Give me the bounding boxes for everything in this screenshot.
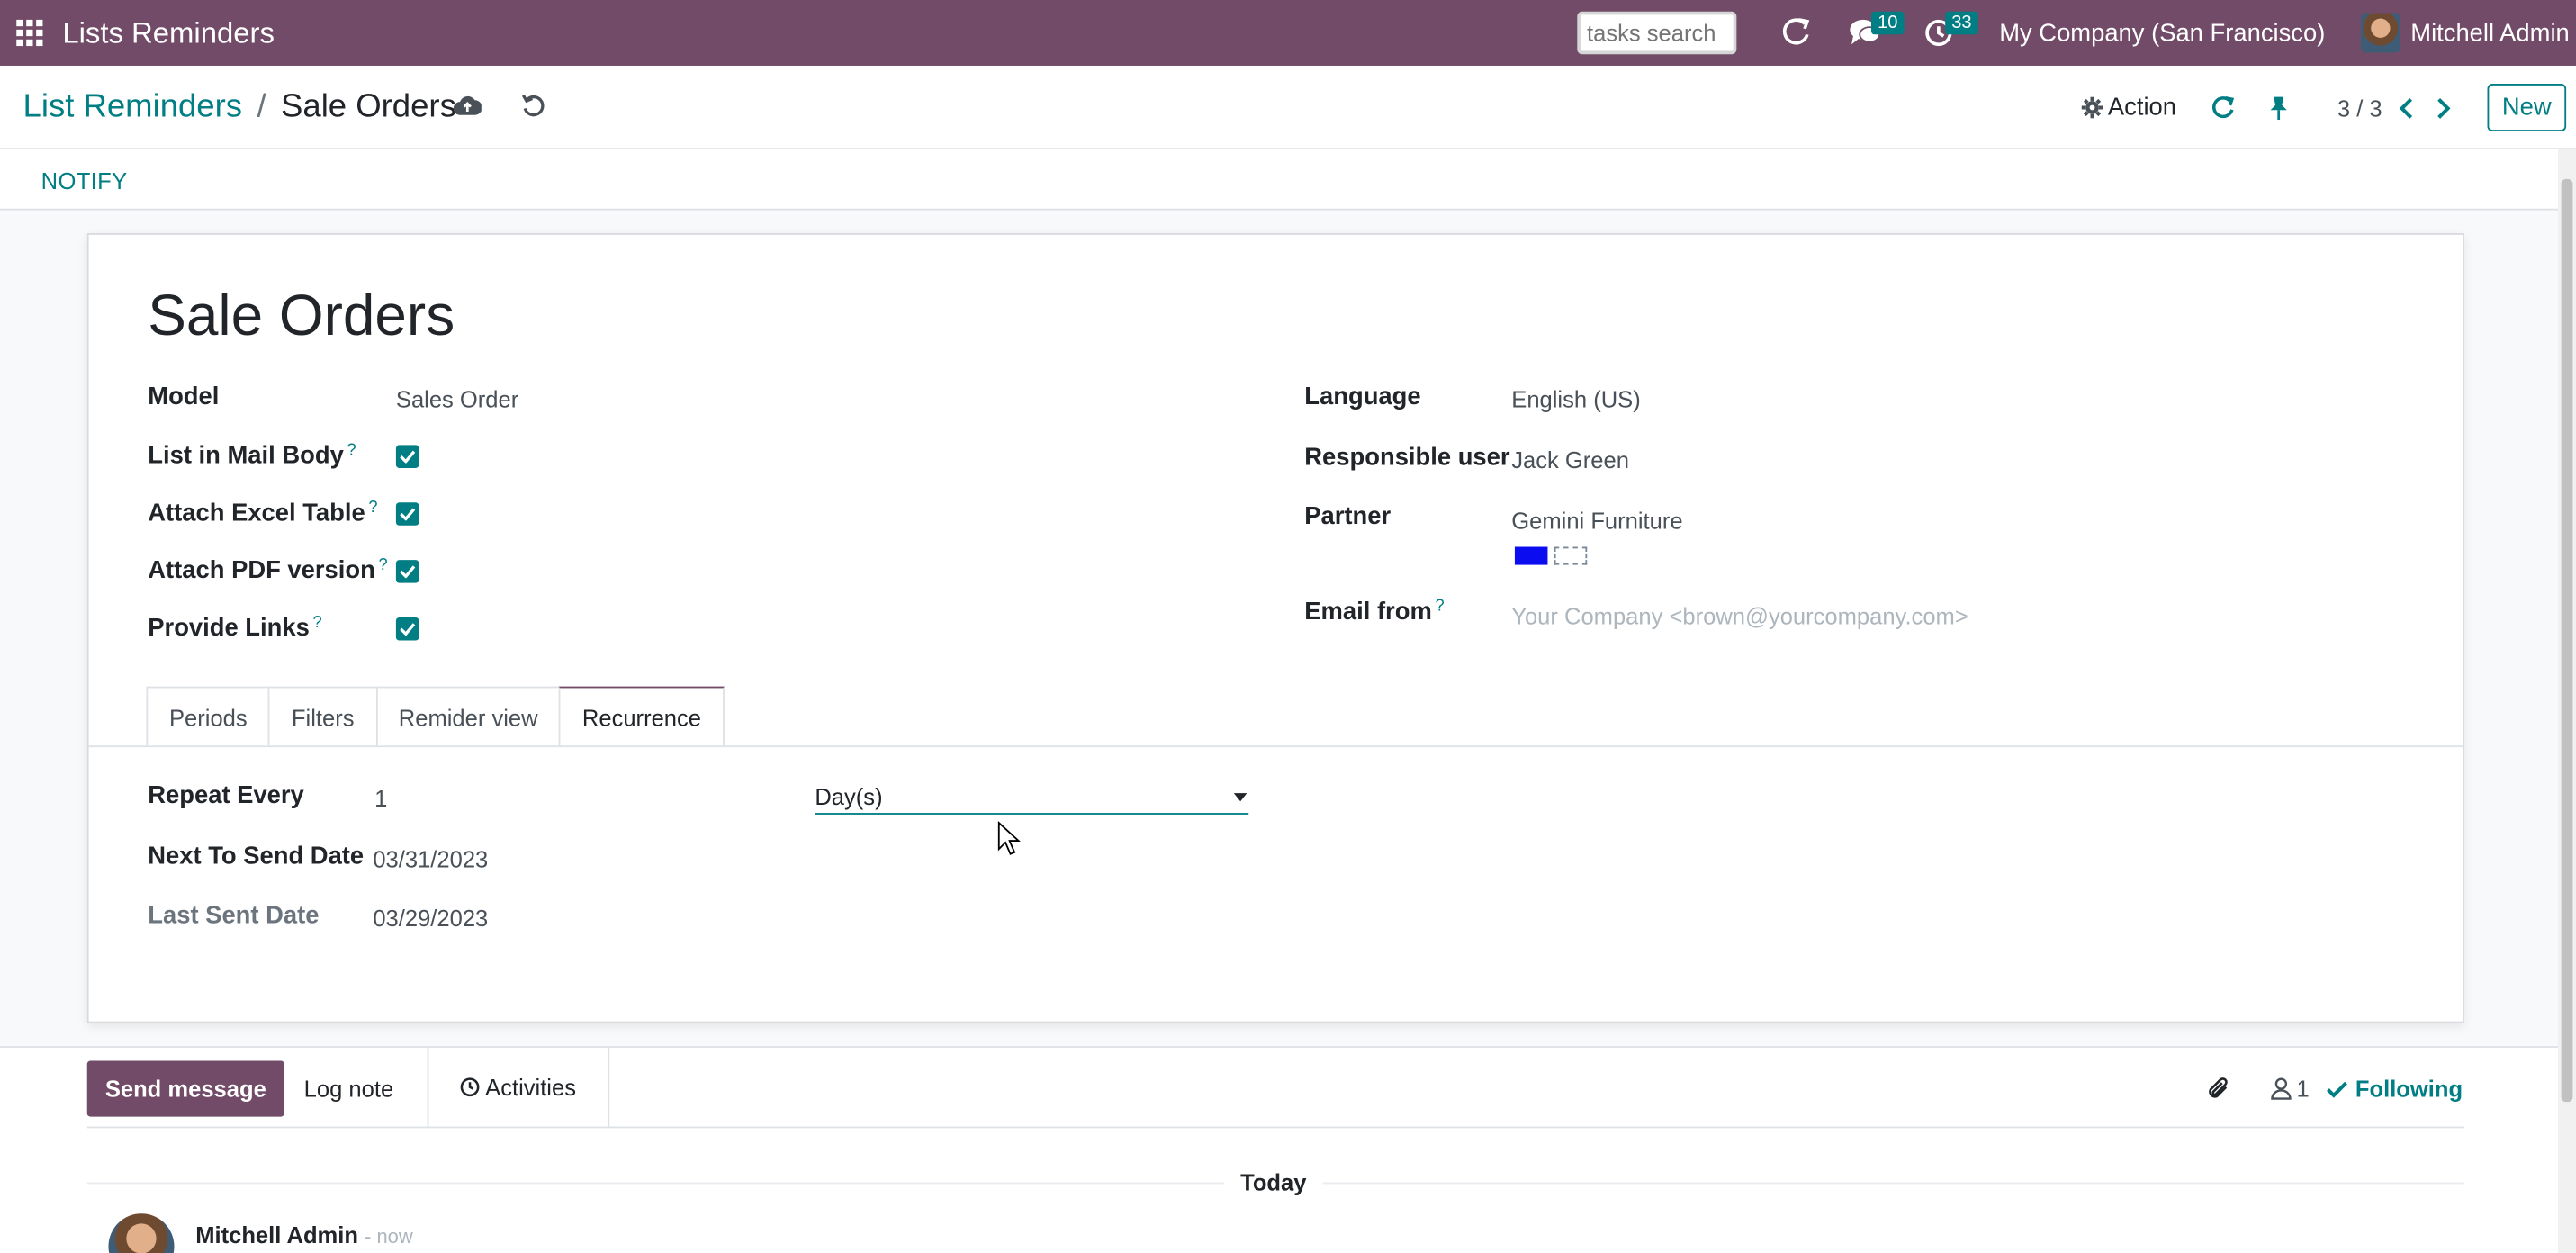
partner-color-swatch-empty[interactable] [1554,546,1588,565]
email-from-input[interactable]: Your Company <brown@yourcompany.com> [1511,603,1968,629]
user-name: Mitchell Admin [2410,18,2570,47]
followers-button[interactable]: 1 [2270,1075,2310,1103]
page-scrollbar[interactable] [2557,149,2576,1253]
help-tooltip-icon[interactable]: ? [379,556,388,574]
next-record-icon[interactable] [2436,96,2451,120]
breadcrumb-current: Sale Orders [281,88,456,125]
user-menu[interactable]: Mitchell Admin [2361,13,2570,53]
mouse-cursor-icon [997,820,1022,865]
responsible-user-value[interactable]: Jack Green [1511,446,1629,473]
tab-reminder-view[interactable]: Remider view [375,686,562,746]
activities-label: Activities [485,1074,576,1101]
log-note-button[interactable]: Log note [279,1061,418,1117]
email-from-label: Email from? [1304,598,1445,626]
model-value: Sales Order [395,385,519,412]
next-send-date-label: Next To Send Date [148,842,365,870]
previous-record-icon[interactable] [2399,96,2413,120]
message-author[interactable]: Mitchell Admin [195,1221,358,1248]
repeat-every-input[interactable]: 1 [374,785,387,811]
chatter: Send message Log note Activities 1 Follo… [0,1046,2558,1253]
form-sheet: Sale Orders Model Sales Order List in Ma… [86,233,2464,1023]
breadcrumb-parent-link[interactable]: List Reminders [23,89,242,127]
scrollbar-thumb[interactable] [2561,178,2573,1103]
partner-color-swatch[interactable] [1514,546,1548,565]
paperclip-icon[interactable] [2206,1076,2230,1102]
discard-undo-icon[interactable] [521,94,545,126]
control-panel: List Reminders / Sale Orders Action 3 / … [0,65,2576,150]
repeat-unit-select[interactable]: Day(s) [815,783,882,809]
tab-filters[interactable]: Filters [268,686,378,746]
message-author-avatar[interactable] [108,1213,175,1253]
action-label: Action [2107,93,2177,122]
following-button[interactable]: Following [2326,1076,2463,1102]
date-separator-label: Today [1223,1168,1323,1196]
language-label: Language [1304,383,1421,411]
refresh-icon[interactable] [1779,0,1813,66]
record-title[interactable]: Sale Orders [148,284,455,350]
messages-icon[interactable]: 10 [1848,0,1905,66]
next-send-date-input[interactable]: 03/31/2023 [373,846,488,872]
new-record-button[interactable]: New [2487,84,2567,131]
repeat-every-label: Repeat Every [148,781,304,810]
tab-periods[interactable]: Periods [146,686,271,746]
list-in-mail-body-label: List in Mail Body? [148,441,356,470]
pin-icon[interactable] [2268,95,2288,121]
send-message-button[interactable]: Send message [86,1060,284,1117]
following-label: Following [2355,1075,2463,1103]
language-value[interactable]: English (US) [1511,386,1640,412]
chatter-divider [86,1126,2464,1129]
app-title[interactable]: Lists Reminders [62,15,275,50]
attach-pdf-version-checkbox[interactable] [395,560,419,583]
help-tooltip-icon[interactable]: ? [312,614,321,632]
help-tooltip-icon[interactable]: ? [368,500,377,518]
activities-button[interactable]: Activities [427,1047,610,1127]
provide-links-checkbox[interactable] [395,617,419,641]
pager-value[interactable]: 3 / 3 [2337,95,2382,121]
model-label: Model [148,383,220,411]
breadcrumb-separator: / [257,88,266,125]
responsible-user-label: Responsible user [1304,443,1510,472]
activities-icon[interactable]: 33 [1923,0,1978,66]
save-cloud-icon[interactable] [453,94,482,125]
messages-badge: 10 [1870,11,1905,35]
attach-excel-table-label: Attach Excel Table? [148,499,378,527]
message-time: - now [365,1225,413,1248]
user-icon [2270,1077,2292,1100]
notify-button[interactable]: NOTIFY [41,167,128,194]
last-sent-date-value: 03/29/2023 [373,905,489,932]
company-switcher[interactable]: My Company (San Francisco) [1999,19,2325,47]
repeat-unit-underline [815,813,1249,815]
action-menu-button[interactable]: Action [2081,93,2177,122]
check-icon [2326,1080,2347,1097]
tasks-search-input[interactable] [1577,11,1737,55]
top-navbar: Lists Reminders 10 33 My Company (San Fr… [0,0,2576,66]
clock-icon [461,1077,481,1097]
apps-menu-icon[interactable] [0,0,59,66]
refresh-record-icon[interactable] [2210,95,2236,121]
attach-excel-table-checkbox[interactable] [395,502,419,526]
last-sent-date-label: Last Sent Date [148,901,320,930]
attach-pdf-version-label: Attach PDF version? [148,556,388,585]
activities-badge: 33 [1944,11,1978,35]
user-avatar [2361,13,2401,53]
form-statusbar: NOTIFY [0,149,2558,211]
chevron-down-icon[interactable] [1233,793,1247,802]
list-in-mail-body-checkbox[interactable] [395,445,419,468]
partner-label: Partner [1304,502,1392,531]
provide-links-label: Provide Links? [148,614,322,643]
help-tooltip-icon[interactable]: ? [1435,598,1444,616]
tabs-divider [88,745,2463,748]
help-tooltip-icon[interactable]: ? [347,442,356,460]
breadcrumb: List Reminders / Sale Orders [23,89,456,127]
followers-count: 1 [2296,1075,2310,1103]
notebook-tabs: Periods Filters Remider view Recurrence [146,686,725,748]
message-header: Mitchell Admin - now [195,1221,412,1248]
partner-value[interactable]: Gemini Furniture [1511,508,1682,534]
gear-icon [2081,96,2103,119]
tab-recurrence[interactable]: Recurrence [559,686,725,748]
